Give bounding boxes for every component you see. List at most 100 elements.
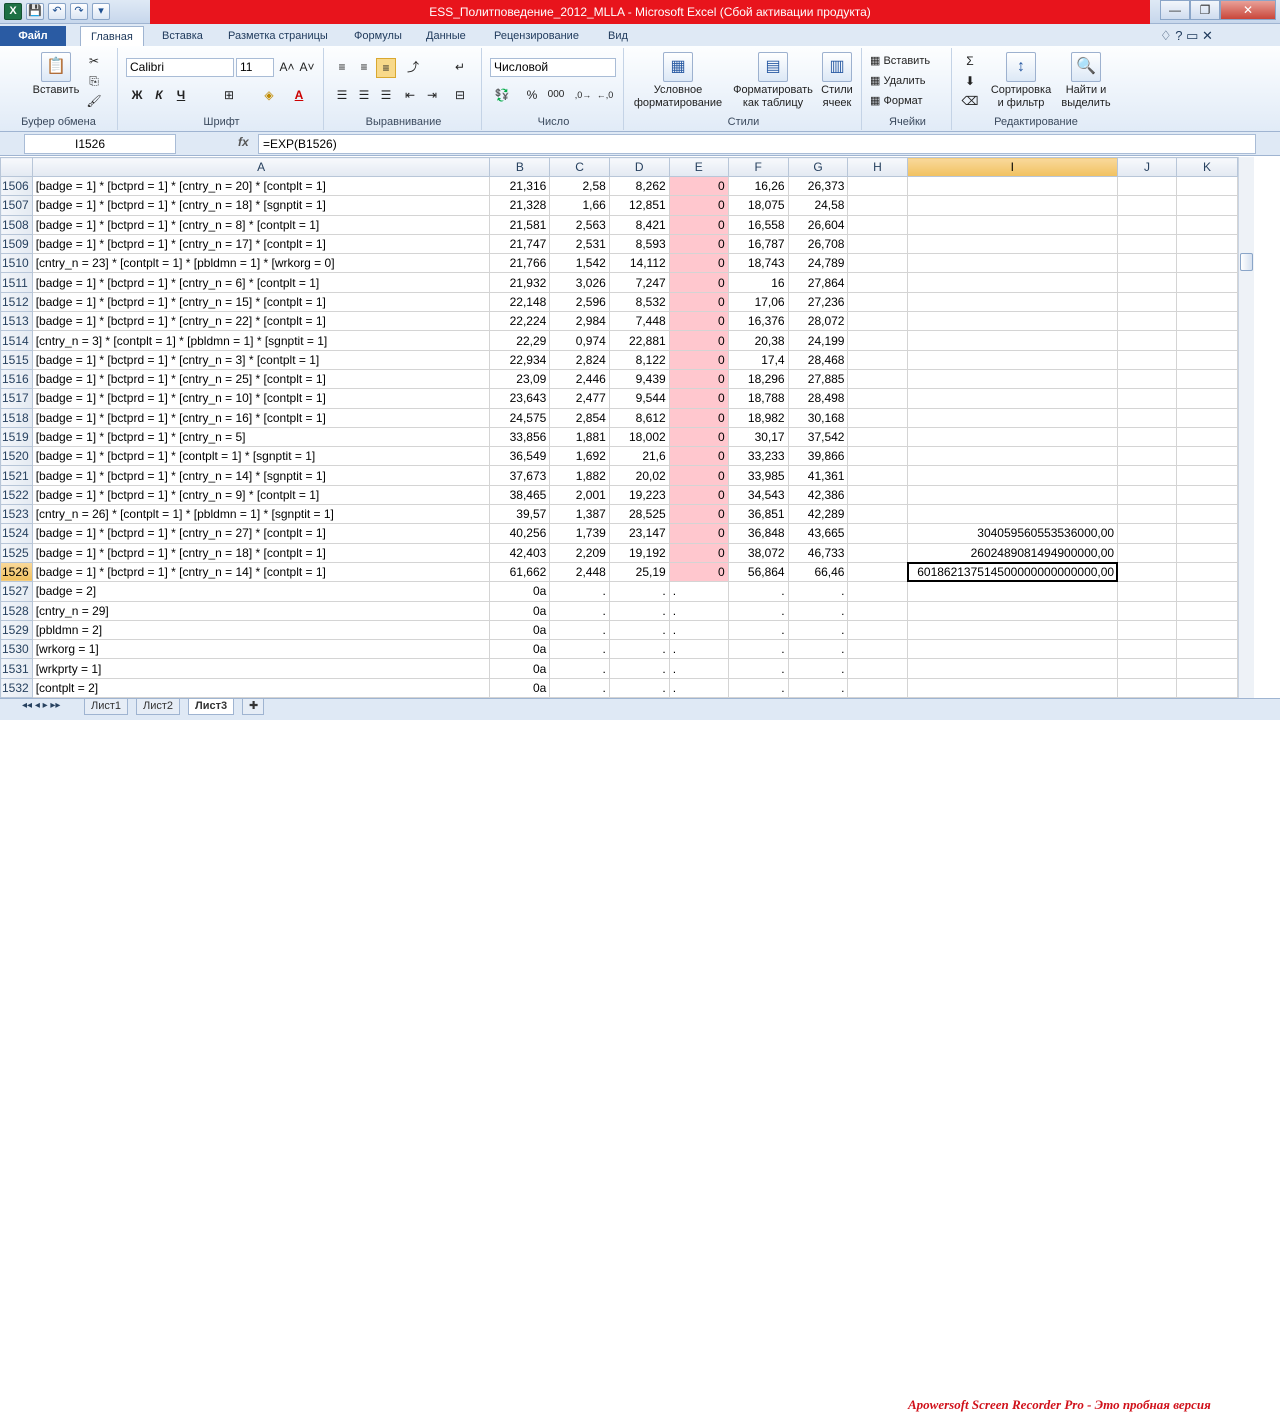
cell-d[interactable]: . xyxy=(608,677,670,698)
cell-e[interactable]: 0 xyxy=(668,311,729,332)
row-header[interactable]: 1529 xyxy=(0,619,33,641)
cell-a[interactable]: [badge = 1] * [bctprd = 1] * [cntry_n = … xyxy=(31,407,491,428)
cell-h[interactable] xyxy=(847,407,908,428)
cell-d[interactable]: 8,612 xyxy=(608,407,670,428)
cell-a[interactable]: [contplt = 2] xyxy=(31,677,491,698)
cell-c[interactable]: 2,477 xyxy=(549,388,610,409)
cell-h[interactable] xyxy=(847,639,908,660)
cell-f[interactable]: 33,985 xyxy=(727,465,789,486)
cell-f[interactable]: 36,848 xyxy=(727,523,789,544)
cell-e[interactable]: 0 xyxy=(668,330,729,351)
cell-j[interactable] xyxy=(1117,561,1177,583)
column-header-active[interactable]: I xyxy=(906,157,1119,177)
cell-g[interactable]: . xyxy=(787,639,849,660)
cell-j[interactable] xyxy=(1117,426,1177,448)
cell-b[interactable]: 21,766 xyxy=(489,253,551,274)
cell-c[interactable]: . xyxy=(549,677,610,698)
cell-c[interactable]: 2,596 xyxy=(549,291,610,313)
cell-k[interactable] xyxy=(1175,542,1238,563)
cell-i[interactable] xyxy=(906,407,1119,428)
cell-e[interactable]: 0 xyxy=(668,233,729,255)
cell-c[interactable]: . xyxy=(549,619,610,641)
cell-c[interactable]: 0,974 xyxy=(549,330,610,351)
cell-h[interactable] xyxy=(847,523,908,544)
column-header[interactable]: F xyxy=(727,157,789,177)
cell-e[interactable]: 0 xyxy=(668,388,729,409)
cell-b[interactable]: 42,403 xyxy=(489,542,551,563)
tab-file[interactable]: Файл xyxy=(0,26,66,46)
cell-h[interactable] xyxy=(847,214,908,235)
cell-b[interactable]: 24,575 xyxy=(489,407,551,428)
help-icons[interactable]: ♢ ? ▭ ✕ xyxy=(1150,26,1223,46)
increase-decimal-icon[interactable]: ,0→ xyxy=(574,86,592,106)
cell-i[interactable] xyxy=(906,677,1119,698)
cell-e[interactable]: 0 xyxy=(668,426,729,448)
cell-f[interactable]: 18,982 xyxy=(727,407,789,428)
cell-h[interactable] xyxy=(847,233,908,255)
cell-b[interactable]: 21,316 xyxy=(489,175,551,197)
cell-c[interactable]: 2,854 xyxy=(549,407,610,428)
cell-d[interactable]: . xyxy=(608,600,670,621)
cell-d[interactable]: . xyxy=(608,639,670,660)
cell-b[interactable]: 23,643 xyxy=(489,388,551,409)
cell-b[interactable]: 22,224 xyxy=(489,311,551,332)
cell-g[interactable]: 27,236 xyxy=(787,291,849,313)
cell-e[interactable]: 0 xyxy=(668,253,729,274)
vertical-scrollbar[interactable] xyxy=(1238,157,1254,698)
cell-a[interactable]: [badge = 2] xyxy=(31,581,491,602)
cell-e[interactable]: 0 xyxy=(668,291,729,313)
cell-d[interactable]: 22,881 xyxy=(608,330,670,351)
cell-i[interactable] xyxy=(906,330,1119,351)
cell-e[interactable]: 0 xyxy=(668,484,729,506)
column-header[interactable]: C xyxy=(549,157,610,177)
cell-g[interactable]: 41,361 xyxy=(787,465,849,486)
cell-f[interactable]: . xyxy=(727,639,789,660)
align-middle-icon[interactable]: ≡ xyxy=(354,58,374,78)
cell-d[interactable]: 25,19 xyxy=(608,561,670,583)
cell-k[interactable] xyxy=(1175,195,1238,216)
cell-h[interactable] xyxy=(847,311,908,332)
cell-d[interactable]: 7,247 xyxy=(608,272,670,293)
number-format-select[interactable]: Числовой xyxy=(490,58,616,77)
sheet-tab[interactable]: Лист1 xyxy=(84,699,129,715)
cell-i[interactable] xyxy=(906,233,1119,255)
cell-b[interactable]: 33,856 xyxy=(489,426,551,448)
cell-e[interactable]: . xyxy=(668,600,729,621)
cell-f[interactable]: 20,38 xyxy=(727,330,789,351)
cell-f[interactable]: . xyxy=(727,600,789,621)
sheet-tab[interactable]: Лист2 xyxy=(136,699,181,715)
row-header[interactable]: 1513 xyxy=(0,311,33,332)
cell-k[interactable] xyxy=(1175,233,1238,255)
cell-h[interactable] xyxy=(847,484,908,506)
cell-a[interactable]: [badge = 1] * [bctprd = 1] * [cntry_n = … xyxy=(31,175,491,197)
copy-icon[interactable]: ⎘ xyxy=(86,72,102,92)
cell-k[interactable] xyxy=(1175,426,1238,448)
cell-i[interactable] xyxy=(906,465,1119,486)
cell-g[interactable]: 42,386 xyxy=(787,484,849,506)
cell-c[interactable]: 2,824 xyxy=(549,349,610,370)
close-button[interactable]: ✕ xyxy=(1220,0,1276,20)
cell-k[interactable] xyxy=(1175,175,1238,197)
cell-f[interactable]: 33,233 xyxy=(727,446,789,467)
cell-i[interactable] xyxy=(906,484,1119,506)
cell-e[interactable]: 0 xyxy=(668,561,729,583)
cell-i[interactable] xyxy=(906,253,1119,274)
cell-d[interactable]: . xyxy=(608,658,670,679)
align-bottom-icon[interactable]: ≡ xyxy=(376,58,396,78)
row-header[interactable]: 1520 xyxy=(0,446,33,467)
decrease-indent-icon[interactable]: ⇤ xyxy=(400,86,420,106)
cell-j[interactable] xyxy=(1117,214,1177,235)
cell-i[interactable] xyxy=(906,291,1119,313)
cell-h[interactable] xyxy=(847,349,908,370)
cell-g[interactable]: . xyxy=(787,619,849,641)
cell-j[interactable] xyxy=(1117,639,1177,660)
orientation-icon[interactable]: ⤴ xyxy=(402,58,424,78)
cell-f[interactable]: . xyxy=(727,581,789,602)
cell-d[interactable]: 12,851 xyxy=(608,195,670,216)
conditional-formatting-button[interactable]: ▦ Условное форматирование xyxy=(628,52,728,110)
cell-c[interactable]: 1,542 xyxy=(549,253,610,274)
scrollbar-thumb[interactable] xyxy=(1240,253,1253,271)
cell-k[interactable] xyxy=(1175,658,1238,679)
cell-g[interactable]: 66,46 xyxy=(787,561,849,583)
thousands-button[interactable]: 000 xyxy=(544,86,568,106)
